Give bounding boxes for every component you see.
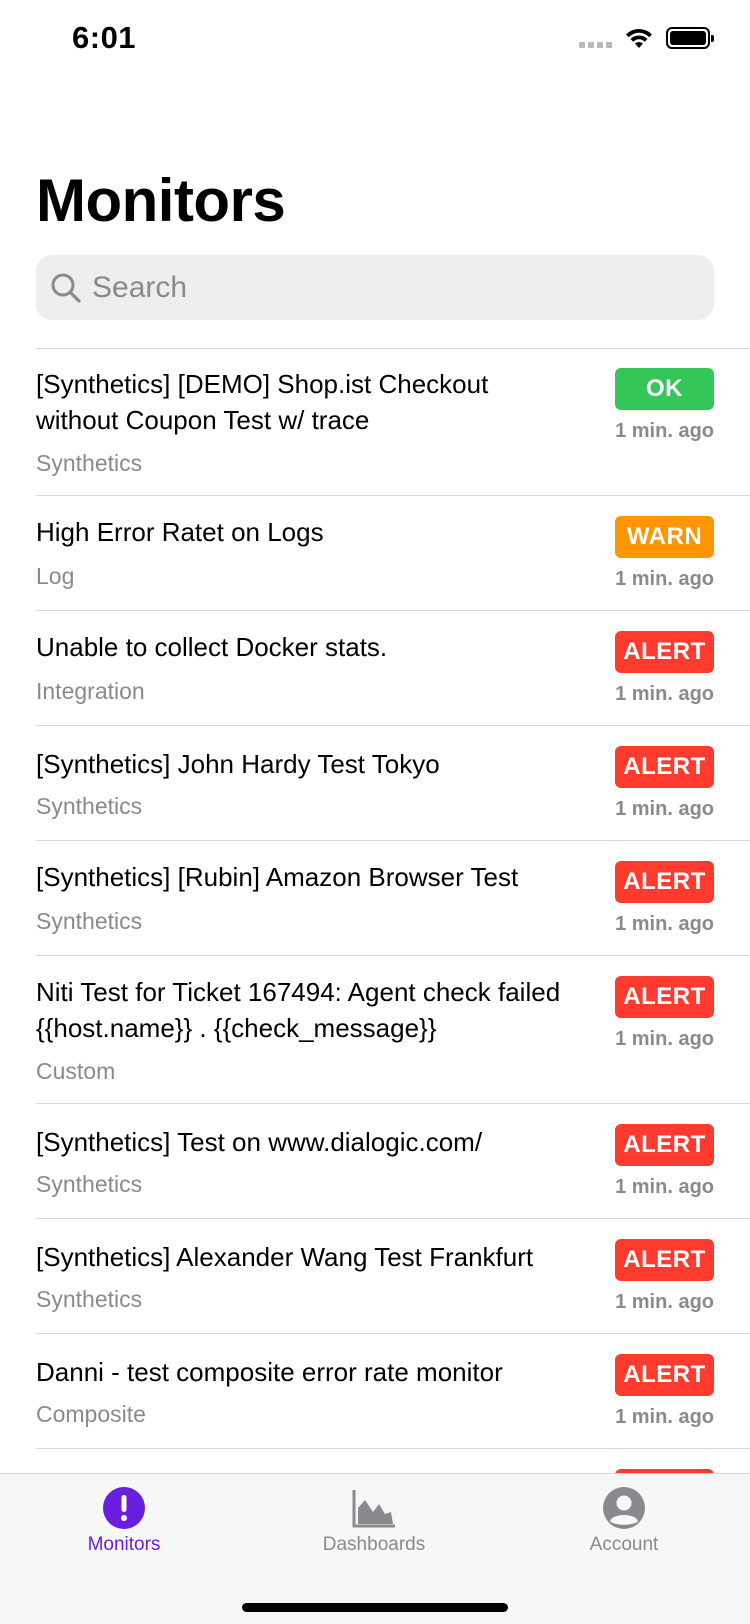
status-icons <box>579 26 714 50</box>
battery-icon <box>666 27 714 49</box>
monitor-row[interactable]: [Synthetics] Test on www.dialogic.com/ S… <box>36 1104 750 1219</box>
person-circle-icon <box>603 1487 645 1529</box>
monitor-category: Custom <box>36 1058 116 1084</box>
monitor-time: 1 min. ago <box>615 683 714 705</box>
status-badge: WARN <box>615 516 714 558</box>
monitor-time: 1 min. ago <box>615 1028 714 1050</box>
cellular-signal-icon <box>579 42 612 48</box>
monitor-title: [Synthetics] [DEMO] Shop.ist Checkout wi… <box>36 369 489 435</box>
status-time: 6:01 <box>72 20 137 55</box>
monitor-row[interactable]: Niti Test for Ticket 167494: Agent check… <box>36 956 750 1104</box>
screen: 6:01 Monitors [Synthetics] [DEMO] Shop.i… <box>0 0 750 1624</box>
tab-dashboards[interactable]: Dashboards <box>299 1486 449 1556</box>
monitor-row[interactable]: [Synthetics] [DEMO] Shop.ist Checkout wi… <box>36 348 750 496</box>
tab-bar: Monitors Dashboards Account <box>0 1473 750 1624</box>
monitor-title: Niti Test for Ticket 167494: Agent check… <box>36 977 561 1043</box>
search-input[interactable] <box>92 270 692 305</box>
monitor-category: Log <box>36 563 75 589</box>
monitor-category: Synthetics <box>36 793 143 819</box>
page-title: Monitors <box>36 167 286 234</box>
monitor-row[interactable]: Danni - test composite error rate monito… <box>36 1334 750 1449</box>
status-badge: OK <box>615 368 714 410</box>
status-badge: ALERT <box>615 976 714 1018</box>
monitor-title: [Synthetics] Test on www.dialogic.com/ <box>36 1127 483 1157</box>
tab-monitors[interactable]: Monitors <box>49 1486 199 1556</box>
monitor-title: Danni - test composite error rate monito… <box>36 1357 503 1387</box>
search-bar[interactable] <box>36 255 714 320</box>
monitor-category: Synthetics <box>36 1286 143 1312</box>
monitor-row[interactable]: [Synthetics] [Rubin] Amazon Browser Test… <box>36 841 750 956</box>
monitor-time: 1 min. ago <box>615 1176 714 1198</box>
monitor-time: 1 min. ago <box>615 568 714 590</box>
tab-label: Monitors <box>87 1534 161 1555</box>
status-badge: ALERT <box>615 861 714 903</box>
monitor-time: 1 min. ago <box>615 420 714 442</box>
monitor-title: [Synthetics] [Rubin] Amazon Browser Test <box>36 862 519 892</box>
status-badge: ALERT <box>615 1354 714 1396</box>
status-badge: ALERT <box>615 746 714 788</box>
monitor-category: Integration <box>36 678 145 704</box>
monitor-title: [Synthetics] Alexander Wang Test Frankfu… <box>36 1242 534 1272</box>
tab-account[interactable]: Account <box>549 1486 699 1556</box>
monitor-time: 1 min. ago <box>615 798 714 820</box>
monitor-title: [Synthetics] John Hardy Test Tokyo <box>36 749 440 779</box>
wifi-icon <box>626 28 652 48</box>
monitor-time: 1 min. ago <box>615 1291 714 1313</box>
monitor-title: Unable to collect Docker stats. <box>36 632 388 662</box>
search-icon <box>51 273 81 303</box>
monitor-time: 1 min. ago <box>615 1406 714 1428</box>
status-badge: ALERT <box>615 1239 714 1281</box>
home-indicator[interactable] <box>242 1603 508 1612</box>
monitor-row[interactable]: Unable to collect Docker stats. Integrat… <box>36 611 750 726</box>
status-bar: 6:01 <box>0 0 750 88</box>
monitor-category: Synthetics <box>36 450 143 476</box>
monitor-row[interactable]: High Error Ratet on Logs Log WARN 1 min.… <box>36 496 750 611</box>
monitor-category: Synthetics <box>36 1171 143 1197</box>
tab-label: Dashboards <box>322 1534 426 1555</box>
monitor-list[interactable]: [Synthetics] [DEMO] Shop.ist Checkout wi… <box>0 348 750 1564</box>
monitor-category: Composite <box>36 1401 146 1427</box>
tab-label: Account <box>589 1534 659 1555</box>
exclamation-circle-icon <box>103 1487 145 1529</box>
area-chart-icon <box>352 1490 395 1528</box>
status-badge: ALERT <box>615 1124 714 1166</box>
monitor-time: 1 min. ago <box>615 913 714 935</box>
monitor-row[interactable]: [Synthetics] John Hardy Test Tokyo Synth… <box>36 726 750 841</box>
status-badge: ALERT <box>615 631 714 673</box>
monitor-category: Synthetics <box>36 908 143 934</box>
monitor-row[interactable]: [Synthetics] Alexander Wang Test Frankfu… <box>36 1219 750 1334</box>
monitor-title: High Error Ratet on Logs <box>36 517 324 547</box>
